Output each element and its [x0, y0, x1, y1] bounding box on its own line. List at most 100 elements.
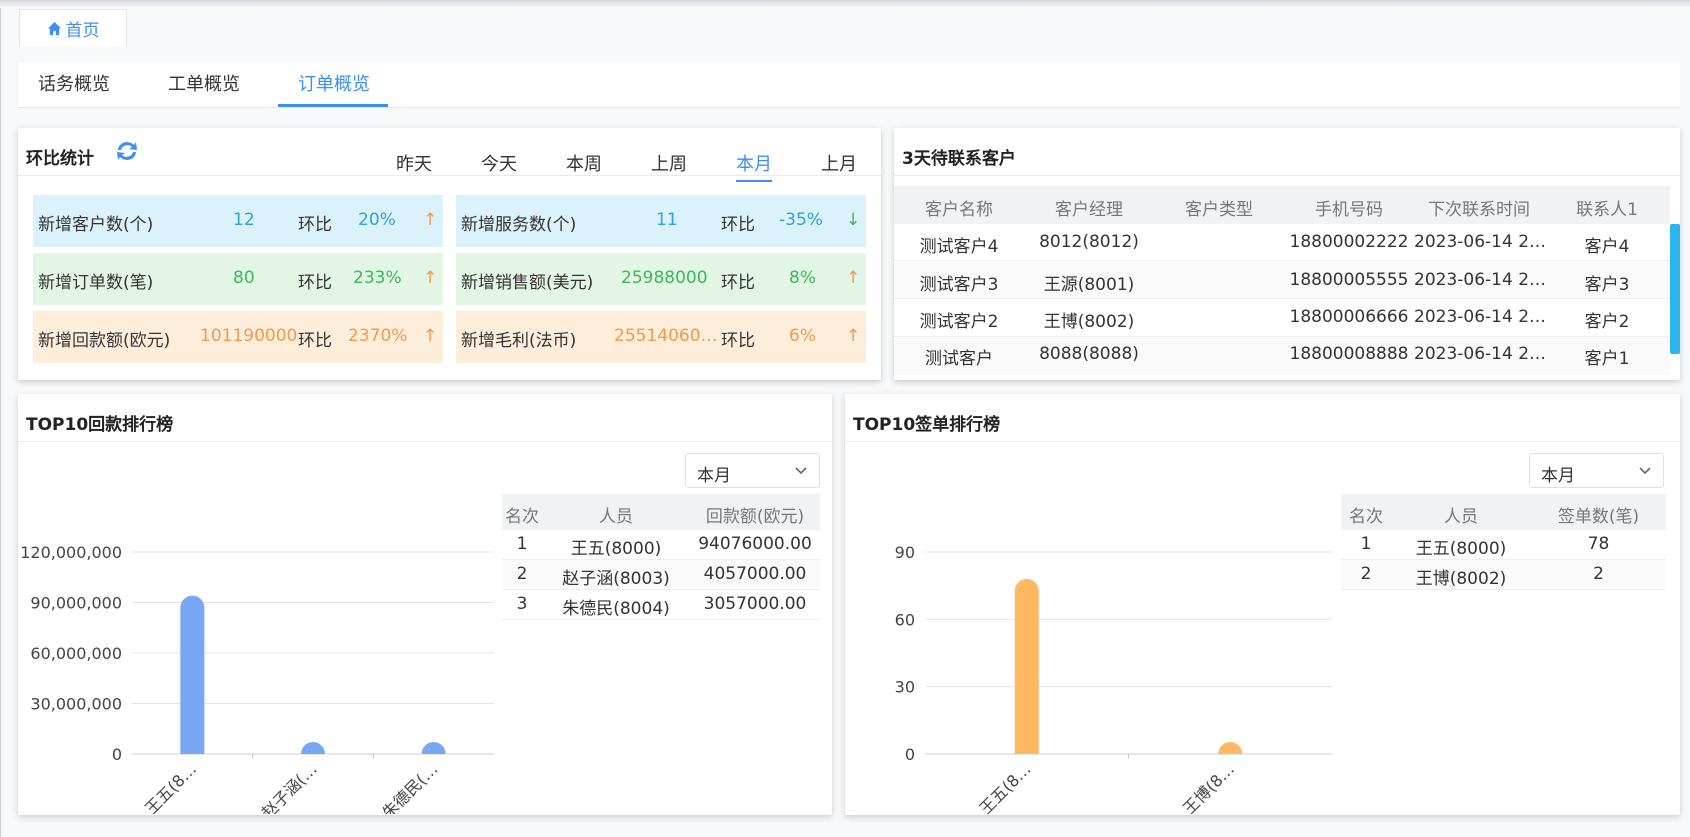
stat-ratio-label: 环比 — [721, 273, 755, 293]
stat-ratio: 2370% — [348, 326, 408, 346]
tab-ticket-overview[interactable]: 工单概览 — [168, 62, 240, 108]
payment-period-select[interactable]: 本月 — [685, 453, 820, 488]
x-tick-label: 赵子涵(… — [258, 759, 321, 814]
y-tick-label: 90 — [895, 543, 915, 562]
active-tab-indicator — [278, 104, 388, 107]
stat-label: 新增毛利(法币) — [461, 331, 577, 351]
stat-ratio-label: 环比 — [298, 273, 332, 293]
period-last-month[interactable]: 上月 — [821, 150, 857, 176]
trend-up-icon: ↑ — [846, 326, 861, 346]
stat-label: 新增销售额(美元) — [461, 273, 594, 293]
cell: 8012(8012) — [1039, 232, 1139, 252]
cell: 王五(8000) — [1415, 539, 1507, 559]
x-tick-label: 朱德民(… — [378, 759, 441, 814]
stat-ratio: 8% — [789, 268, 816, 288]
divider — [18, 441, 832, 442]
stat-value: 11 — [656, 210, 678, 230]
home-tab[interactable]: 首页 — [19, 9, 127, 47]
stat-label: 新增订单数(笔) — [38, 273, 154, 293]
col-contact-1[interactable]: 联系人1 — [1544, 195, 1670, 220]
table-row[interactable]: 测试客户2 王博(8002) 18800006666 2023-06-14 2…… — [894, 300, 1670, 337]
col-person[interactable]: 人员 — [542, 502, 690, 527]
table-row[interactable]: 2 赵子涵(8003) 4057000.00 — [502, 560, 820, 590]
table-scrollbar[interactable] — [1670, 224, 1680, 354]
x-tick-label: 王五(8… — [976, 759, 1035, 814]
cell: 2023-06-14 2… — [1414, 232, 1544, 252]
cell: 测试客户 — [925, 349, 993, 369]
cell: 1 — [1360, 534, 1372, 554]
period-today[interactable]: 今天 — [481, 150, 517, 176]
col-sign-count[interactable]: 签单数(笔) — [1531, 502, 1666, 527]
col-account-manager[interactable]: 客户经理 — [1024, 195, 1154, 220]
payment-rank-title: TOP10回款排行榜 — [26, 415, 174, 435]
contacts-table: 客户名称 客户经理 客户类型 手机号码 下次联系时间 联系人1 测试客户4 80… — [894, 186, 1670, 376]
table-row[interactable]: 3 朱德民(8004) 3057000.00 — [502, 590, 820, 620]
refresh-icon[interactable] — [114, 139, 140, 163]
stat-ratio: 20% — [358, 210, 396, 230]
cell: 3057000.00 — [703, 594, 807, 614]
col-customer-name[interactable]: 客户名称 — [894, 195, 1024, 220]
bar — [1014, 578, 1039, 754]
cell: 2023-06-14 2… — [1414, 307, 1544, 327]
cell: 客户4 — [1584, 237, 1630, 257]
stat-new-sales: 新增销售额(美元) 25988000 环比 8% ↑ — [456, 253, 866, 305]
y-tick-label: 120,000,000 — [20, 543, 122, 562]
cell: 2023-06-14 2… — [1414, 344, 1544, 364]
period-this-week[interactable]: 本周 — [566, 150, 602, 176]
cell: 赵子涵(8003) — [562, 569, 670, 589]
pending-contacts-card: 3天待联系客户 客户名称 客户经理 客户类型 手机号码 下次联系时间 联系人1 … — [894, 128, 1680, 380]
divider — [18, 175, 881, 176]
stat-ratio: 6% — [789, 326, 816, 346]
cell: 2 — [516, 564, 528, 584]
cell: 王博(8002) — [1415, 569, 1507, 589]
payment-bar-chart: 0 30,000,000 60,000,000 90,000,000 120,000,0… — [20, 543, 494, 814]
table-row[interactable]: 测试客户3 王源(8001) 18800005555 2023-06-14 2…… — [894, 262, 1670, 299]
stat-new-orders: 新增订单数(笔) 80 环比 233% ↑ — [33, 253, 443, 305]
active-period-indicator — [736, 180, 772, 182]
trend-up-icon: ↑ — [423, 210, 438, 230]
tab-call-overview[interactable]: 话务概览 — [38, 62, 110, 108]
cell: 78 — [1587, 534, 1610, 554]
table-row[interactable]: 1 王五(8000) 94076000.00 — [502, 530, 820, 560]
tab-order-overview[interactable]: 订单概览 — [298, 62, 370, 108]
table-row[interactable]: 2 王博(8002) 2 — [1341, 560, 1666, 590]
stat-new-customers: 新增客户数(个) 12 环比 20% ↑ — [33, 195, 443, 247]
period-yesterday[interactable]: 昨天 — [396, 150, 432, 176]
select-value: 本月 — [697, 466, 731, 486]
bar — [1218, 742, 1243, 754]
col-next-contact-time[interactable]: 下次联系时间 — [1414, 195, 1544, 220]
overview-tabs: 话务概览 工单概览 订单概览 — [18, 62, 1680, 108]
top-shadow — [0, 0, 1690, 8]
home-icon — [47, 21, 61, 36]
stat-new-payments: 新增回款额(欧元) 101190000 环比 2370% ↑ — [33, 311, 443, 363]
cell: 3 — [516, 594, 528, 614]
period-this-month[interactable]: 本月 — [736, 150, 772, 176]
stat-ratio-label: 环比 — [298, 215, 332, 235]
col-rank[interactable]: 名次 — [1341, 502, 1391, 527]
cell: 测试客户4 — [919, 237, 999, 257]
col-rank[interactable]: 名次 — [502, 502, 542, 527]
compare-stats-card: 环比统计 昨天 今天 本周 上周 本月 上月 新增客户数(个) 12 环比 20… — [18, 128, 881, 380]
bar — [421, 742, 446, 754]
table-row[interactable]: 测试客户4 8012(8012) 18800002222 2023-06-14 … — [894, 224, 1670, 261]
col-person[interactable]: 人员 — [1391, 502, 1531, 527]
col-customer-type[interactable]: 客户类型 — [1154, 195, 1284, 220]
trend-up-icon: ↑ — [846, 268, 861, 288]
y-tick-label: 60,000,000 — [30, 644, 122, 663]
table-row[interactable]: 1 王五(8000) 78 — [1341, 530, 1666, 560]
cell: 18800006666 — [1289, 307, 1409, 327]
stat-ratio: -35% — [779, 210, 823, 230]
period-last-week[interactable]: 上周 — [651, 150, 687, 176]
sign-rank-card: TOP10签单排行榜 0 30 60 90 王五(8… 王博(8… 本月 名次 人员 签单… — [845, 394, 1680, 815]
sign-period-select[interactable]: 本月 — [1529, 453, 1664, 488]
stat-new-gross-profit: 新增毛利(法币) 25514060… 环比 6% ↑ — [456, 311, 866, 363]
sign-rank-table: 名次 人员 签单数(笔) 1 王五(8000) 78 2 王博(8002) 2 — [1341, 494, 1666, 594]
stat-label: 新增回款额(欧元) — [38, 331, 171, 351]
table-row[interactable]: 测试客户 8088(8088) 18800008888 2023-06-14 2… — [894, 338, 1670, 375]
cell: 2 — [1593, 564, 1604, 584]
cell: 2023-06-14 2… — [1414, 270, 1544, 290]
col-phone[interactable]: 手机号码 — [1284, 195, 1414, 220]
pending-contacts-title: 3天待联系客户 — [902, 149, 1016, 169]
y-tick-label: 0 — [905, 745, 915, 764]
col-amount[interactable]: 回款额(欧元) — [690, 502, 820, 527]
